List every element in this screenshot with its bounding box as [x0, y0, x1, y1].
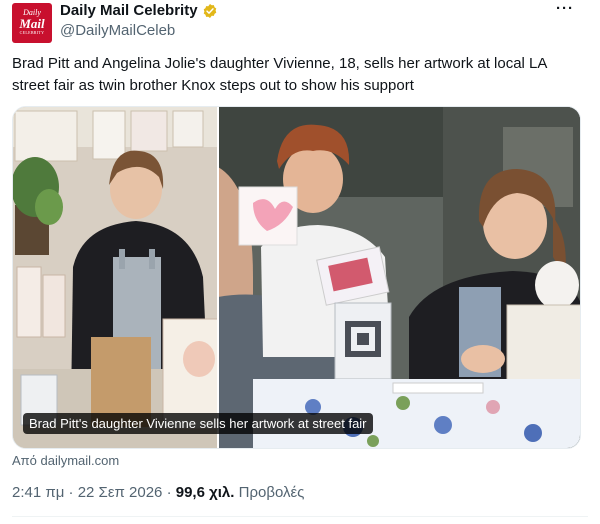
- display-name[interactable]: Daily Mail Celebrity: [60, 2, 198, 19]
- avatar-text-celebrity: CELEBRITY: [19, 30, 45, 35]
- views-label: Προβολές: [234, 484, 305, 501]
- author-name-row: Daily Mail Celebrity: [60, 2, 218, 19]
- account-handle[interactable]: @DailyMailCeleb: [60, 22, 175, 39]
- tweet-time[interactable]: 2:41 πμ: [12, 484, 64, 501]
- more-icon[interactable]: ···: [556, 0, 574, 17]
- tweet-meta: 2:41 πμ · 22 Σεπ 2026 · 99,6 χιλ. Προβολ…: [12, 484, 304, 501]
- views-count: 99,6 χιλ.: [175, 484, 235, 501]
- link-source[interactable]: Από dailymail.com: [12, 453, 119, 468]
- tweet-text: Brad Pitt and Angelina Jolie's daughter …: [12, 55, 547, 94]
- divider: [12, 516, 588, 517]
- avatar-text-mail: Mail: [19, 16, 45, 31]
- avatar-text-daily: Daily: [23, 8, 41, 17]
- avatar[interactable]: Daily Mail CELEBRITY: [12, 3, 52, 43]
- media-caption: Brad Pitt's daughter Vivienne sells her …: [23, 413, 373, 434]
- tweet-date[interactable]: 22 Σεπ 2026: [78, 484, 163, 501]
- meta-separator: ·: [64, 484, 78, 501]
- meta-separator-2: ·: [162, 484, 176, 501]
- media-card[interactable]: Brad Pitt's daughter Vivienne sells her …: [12, 106, 581, 449]
- media-photo: [13, 107, 580, 448]
- verified-badge-icon: [203, 3, 216, 18]
